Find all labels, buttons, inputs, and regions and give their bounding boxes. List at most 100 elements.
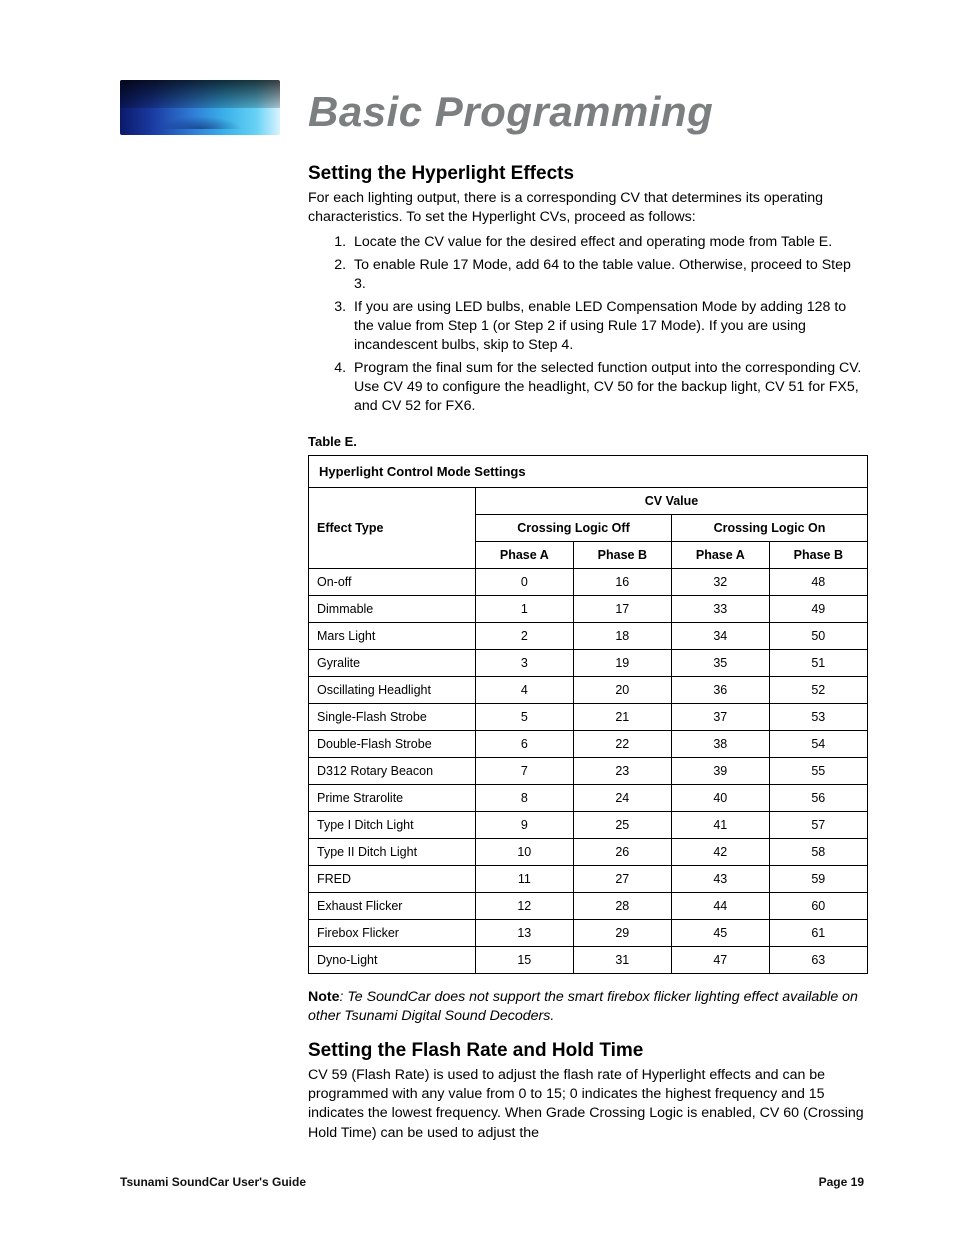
cell-on-phase-b: 59: [769, 866, 867, 893]
brand-image: [120, 80, 280, 135]
cell-effect-name: Oscillating Headlight: [309, 677, 476, 704]
cell-on-phase-b: 58: [769, 839, 867, 866]
col-cv-value: CV Value: [476, 488, 868, 515]
cell-effect-name: Exhaust Flicker: [309, 893, 476, 920]
cell-off-phase-b: 21: [573, 704, 671, 731]
table-row: Type II Ditch Light10264258: [309, 839, 868, 866]
cell-off-phase-a: 11: [476, 866, 574, 893]
cell-off-phase-b: 26: [573, 839, 671, 866]
cell-on-phase-a: 36: [671, 677, 769, 704]
cell-on-phase-b: 50: [769, 623, 867, 650]
cell-off-phase-b: 24: [573, 785, 671, 812]
col-phase-a-on: Phase A: [671, 542, 769, 569]
section-heading-flash-rate: Setting the Flash Rate and Hold Time: [308, 1040, 864, 1062]
note-text: Te SoundCar does not support the smart f…: [308, 989, 858, 1024]
cell-off-phase-b: 22: [573, 731, 671, 758]
cell-effect-name: Dyno-Light: [309, 947, 476, 974]
cell-on-phase-b: 53: [769, 704, 867, 731]
cell-off-phase-b: 25: [573, 812, 671, 839]
table-row: Mars Light2183450: [309, 623, 868, 650]
cell-effect-name: Dimmable: [309, 596, 476, 623]
hyperlight-table: Hyperlight Control Mode Settings Effect …: [308, 455, 868, 974]
table-row: Oscillating Headlight4203652: [309, 677, 868, 704]
cell-off-phase-a: 2: [476, 623, 574, 650]
table-row: Prime Strarolite8244056: [309, 785, 868, 812]
cell-off-phase-a: 8: [476, 785, 574, 812]
cell-on-phase-a: 39: [671, 758, 769, 785]
cell-on-phase-b: 61: [769, 920, 867, 947]
table-row: Double-Flash Strobe6223854: [309, 731, 868, 758]
cell-effect-name: Double-Flash Strobe: [309, 731, 476, 758]
cell-effect-name: Single-Flash Strobe: [309, 704, 476, 731]
cell-on-phase-b: 54: [769, 731, 867, 758]
table-row: Exhaust Flicker12284460: [309, 893, 868, 920]
cell-effect-name: Mars Light: [309, 623, 476, 650]
table-title: Hyperlight Control Mode Settings: [309, 456, 868, 488]
cell-off-phase-a: 13: [476, 920, 574, 947]
footer-right: Page 19: [819, 1175, 864, 1189]
cell-off-phase-b: 29: [573, 920, 671, 947]
cell-off-phase-a: 7: [476, 758, 574, 785]
note-label: Note: [308, 989, 340, 1005]
step-item: Locate the CV value for the desired effe…: [350, 233, 864, 252]
cell-on-phase-b: 60: [769, 893, 867, 920]
cell-on-phase-b: 57: [769, 812, 867, 839]
cell-off-phase-b: 23: [573, 758, 671, 785]
cell-off-phase-a: 6: [476, 731, 574, 758]
cell-on-phase-b: 48: [769, 569, 867, 596]
table-row: Gyralite3193551: [309, 650, 868, 677]
cell-on-phase-a: 37: [671, 704, 769, 731]
cell-on-phase-a: 43: [671, 866, 769, 893]
col-effect-type: Effect Type: [309, 488, 476, 569]
table-row: D312 Rotary Beacon7233955: [309, 758, 868, 785]
cell-off-phase-a: 5: [476, 704, 574, 731]
cell-effect-name: FRED: [309, 866, 476, 893]
cell-off-phase-a: 15: [476, 947, 574, 974]
table-row: FRED11274359: [309, 866, 868, 893]
cell-on-phase-b: 55: [769, 758, 867, 785]
cell-off-phase-b: 27: [573, 866, 671, 893]
col-crossing-off: Crossing Logic Off: [476, 515, 672, 542]
step-item: If you are using LED bulbs, enable LED C…: [350, 298, 864, 355]
table-row: Firebox Flicker13294561: [309, 920, 868, 947]
cell-off-phase-b: 28: [573, 893, 671, 920]
cell-effect-name: D312 Rotary Beacon: [309, 758, 476, 785]
cell-on-phase-a: 32: [671, 569, 769, 596]
cell-off-phase-b: 20: [573, 677, 671, 704]
cell-on-phase-a: 45: [671, 920, 769, 947]
section-heading-hyperlight: Setting the Hyperlight Effects: [308, 163, 864, 185]
cell-off-phase-a: 9: [476, 812, 574, 839]
cell-on-phase-b: 63: [769, 947, 867, 974]
cell-on-phase-a: 44: [671, 893, 769, 920]
col-crossing-on: Crossing Logic On: [671, 515, 867, 542]
table-row: Type I Ditch Light9254157: [309, 812, 868, 839]
cell-effect-name: On-off: [309, 569, 476, 596]
cell-off-phase-a: 1: [476, 596, 574, 623]
col-phase-b-off: Phase B: [573, 542, 671, 569]
page-title: Basic Programming: [308, 91, 713, 135]
cell-on-phase-a: 41: [671, 812, 769, 839]
cell-on-phase-b: 49: [769, 596, 867, 623]
cell-off-phase-b: 16: [573, 569, 671, 596]
cell-effect-name: Firebox Flicker: [309, 920, 476, 947]
cell-off-phase-a: 10: [476, 839, 574, 866]
table-row: Dimmable1173349: [309, 596, 868, 623]
step-item: To enable Rule 17 Mode, add 64 to the ta…: [350, 256, 864, 294]
cell-effect-name: Gyralite: [309, 650, 476, 677]
table-row: Dyno-Light15314763: [309, 947, 868, 974]
cell-off-phase-a: 0: [476, 569, 574, 596]
cell-off-phase-b: 18: [573, 623, 671, 650]
cell-on-phase-a: 35: [671, 650, 769, 677]
cell-on-phase-a: 38: [671, 731, 769, 758]
section-flash-rate-body: CV 59 (Flash Rate) is used to adjust the…: [308, 1066, 864, 1142]
hyperlight-steps: Locate the CV value for the desired effe…: [332, 233, 864, 416]
note-paragraph: Note: Te SoundCar does not support the s…: [308, 988, 864, 1026]
cell-off-phase-b: 31: [573, 947, 671, 974]
cell-off-phase-a: 3: [476, 650, 574, 677]
cell-on-phase-a: 42: [671, 839, 769, 866]
cell-on-phase-a: 33: [671, 596, 769, 623]
cell-on-phase-b: 51: [769, 650, 867, 677]
cell-on-phase-b: 56: [769, 785, 867, 812]
table-row: On-off0163248: [309, 569, 868, 596]
cell-on-phase-a: 40: [671, 785, 769, 812]
